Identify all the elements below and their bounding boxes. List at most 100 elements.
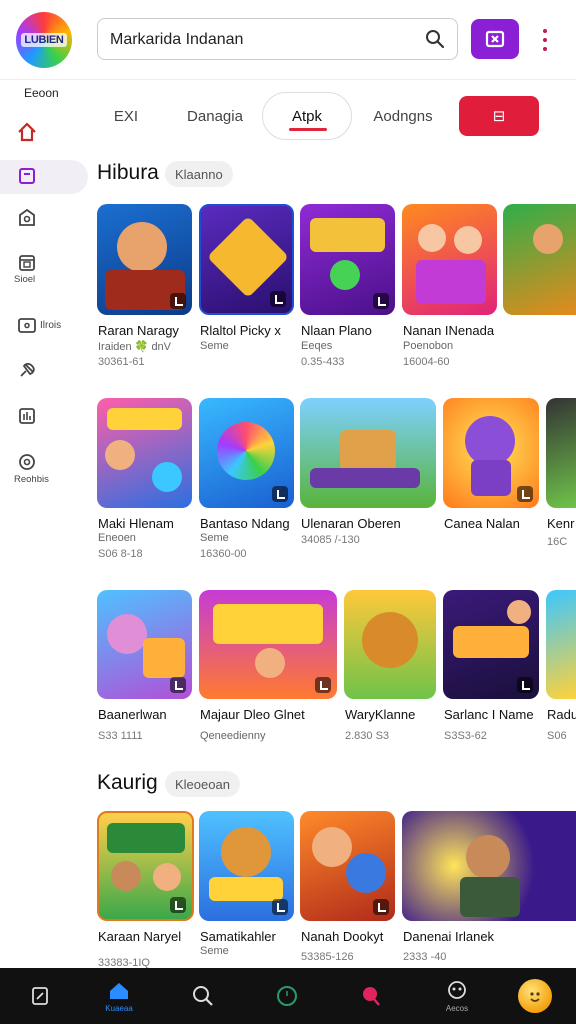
home-icon xyxy=(18,122,36,142)
game-title: Radu xyxy=(547,707,576,722)
nav-search[interactable] xyxy=(163,968,243,1024)
badge-icon xyxy=(517,677,533,693)
sidebar-item-pin[interactable] xyxy=(0,354,88,388)
nav-heart[interactable] xyxy=(331,968,411,1024)
badge-icon xyxy=(170,293,186,309)
calendar-icon xyxy=(19,255,35,271)
tab-label: Atpk xyxy=(291,107,322,125)
nav-circle[interactable] xyxy=(247,968,327,1024)
game-meta: S33 1111 xyxy=(98,730,143,742)
game-meta: 16004-60 xyxy=(403,356,450,368)
section-chip[interactable]: Klaanno xyxy=(165,161,233,187)
game-title: Nanan INenada xyxy=(403,323,495,338)
sidebar-item-calendar[interactable]: Sioel xyxy=(0,246,88,290)
app-root: LUBIEN Eeoon xyxy=(0,0,576,1024)
game-meta: 30361-61 xyxy=(98,356,145,368)
pin-icon xyxy=(20,362,35,377)
badge-icon xyxy=(170,677,186,693)
game-thumbnail xyxy=(97,811,194,921)
nav-label: Kuaeaa xyxy=(105,1004,133,1013)
game-thumbnail xyxy=(199,811,294,921)
game-title: WaryKlanne xyxy=(345,707,416,722)
game-thumbnail xyxy=(344,590,436,699)
game-thumbnail xyxy=(546,590,576,699)
nav-home[interactable]: Kuaeaa xyxy=(79,968,159,1024)
game-subtitle: Iraiden 🍀 dnV xyxy=(98,341,172,353)
game-subtitle: Seme xyxy=(200,532,229,544)
game-subtitle: Qeneedienny xyxy=(200,730,266,742)
game-thumbnail xyxy=(300,811,395,921)
bottom-navigation: Kuaeaa Aecos xyxy=(0,968,576,1024)
tab-label: EXI xyxy=(113,107,139,125)
sidebar-item-home[interactable] xyxy=(0,116,88,150)
heart-icon xyxy=(363,987,380,1006)
sidebar-item-tv[interactable]: Ilrois xyxy=(0,310,88,344)
tab-aodngns[interactable]: Aodngns xyxy=(368,92,438,140)
category-tabs: EXI Danagia Atpk Aodngns ⊟ xyxy=(88,88,576,144)
game-meta: 0.35-433 xyxy=(301,356,345,368)
tab-red-button[interactable]: ⊟ xyxy=(459,96,539,136)
badge-icon xyxy=(315,677,331,693)
game-subtitle: Seme xyxy=(200,945,229,957)
tab-label: Danagia xyxy=(187,107,243,125)
circle-icon xyxy=(277,986,297,1006)
tag-action-button[interactable] xyxy=(471,19,519,59)
game-meta: 2333 -40 xyxy=(403,951,447,963)
game-thumbnail xyxy=(546,398,576,508)
game-thumbnail xyxy=(199,204,294,315)
game-title: Maki Hlenam xyxy=(98,516,174,531)
tab-danagia[interactable]: Danagia xyxy=(180,92,250,140)
search-icon[interactable] xyxy=(425,29,445,49)
game-thumbnail xyxy=(97,398,192,508)
game-meta: S3S3-62 xyxy=(444,730,487,742)
badge-icon xyxy=(373,293,389,309)
game-title: Nlaan Plano xyxy=(301,323,372,338)
game-title: Karaan Naryel xyxy=(98,929,182,944)
game-meta: 16360-00 xyxy=(200,548,247,560)
game-thumbnail xyxy=(97,590,192,699)
game-title: Sarlanc I Name xyxy=(444,707,534,722)
sidebar-item-label: Sioel xyxy=(14,274,36,285)
game-thumbnail xyxy=(443,398,539,508)
game-title: Rlaltol Picky x xyxy=(200,323,281,338)
sidebar-heading: Eeoon xyxy=(24,86,59,100)
game-thumbnail xyxy=(199,590,337,699)
game-subtitle: Eneoen xyxy=(98,532,136,544)
chart-icon xyxy=(19,408,35,424)
nav-label: Aecos xyxy=(445,1004,469,1013)
badge-icon xyxy=(517,486,533,502)
tab-atpk[interactable]: Atpk xyxy=(262,92,352,140)
nav-note[interactable] xyxy=(0,968,80,1024)
sidebar-item-settings[interactable]: Reohbis xyxy=(0,446,88,490)
search-box[interactable] xyxy=(97,18,458,60)
game-title: Raran Naragy xyxy=(98,323,179,338)
game-subtitle: Eeqes xyxy=(301,340,333,352)
section-chip[interactable]: Kleoeoan xyxy=(165,771,240,797)
nav-profile[interactable] xyxy=(495,968,575,1024)
game-title: Samatikahler xyxy=(200,929,276,944)
more-vertical-icon[interactable] xyxy=(535,26,555,54)
sidebar-item-chart[interactable] xyxy=(0,400,88,434)
game-thumbnail xyxy=(300,204,395,315)
game-title: Majaur Dleo Glnet xyxy=(200,707,305,722)
badge-icon xyxy=(272,899,288,915)
nav-aecos[interactable]: Aecos xyxy=(417,968,497,1024)
badge-icon xyxy=(272,486,288,502)
game-meta: S06 8-18 xyxy=(98,548,143,560)
home-icon xyxy=(110,983,128,999)
badge-icon xyxy=(270,291,286,307)
badge-icon xyxy=(373,899,389,915)
game-thumbnail xyxy=(443,590,539,699)
game-thumbnail xyxy=(300,398,436,508)
tab-exi[interactable]: EXI xyxy=(102,92,150,140)
game-meta: 2.830 S3 xyxy=(345,730,390,742)
app-logo[interactable]: LUBIEN xyxy=(16,12,72,68)
tab-label: Aodngns xyxy=(373,107,433,125)
search-input[interactable] xyxy=(110,27,410,53)
game-title: Canea Nalan xyxy=(444,516,520,531)
game-title: Ulenaran Oberen xyxy=(301,516,401,531)
sidebar-item-store[interactable] xyxy=(0,202,88,236)
sidebar-item-library[interactable] xyxy=(0,160,88,194)
store-icon xyxy=(19,208,35,226)
game-title: Baanerlwan xyxy=(98,707,167,722)
